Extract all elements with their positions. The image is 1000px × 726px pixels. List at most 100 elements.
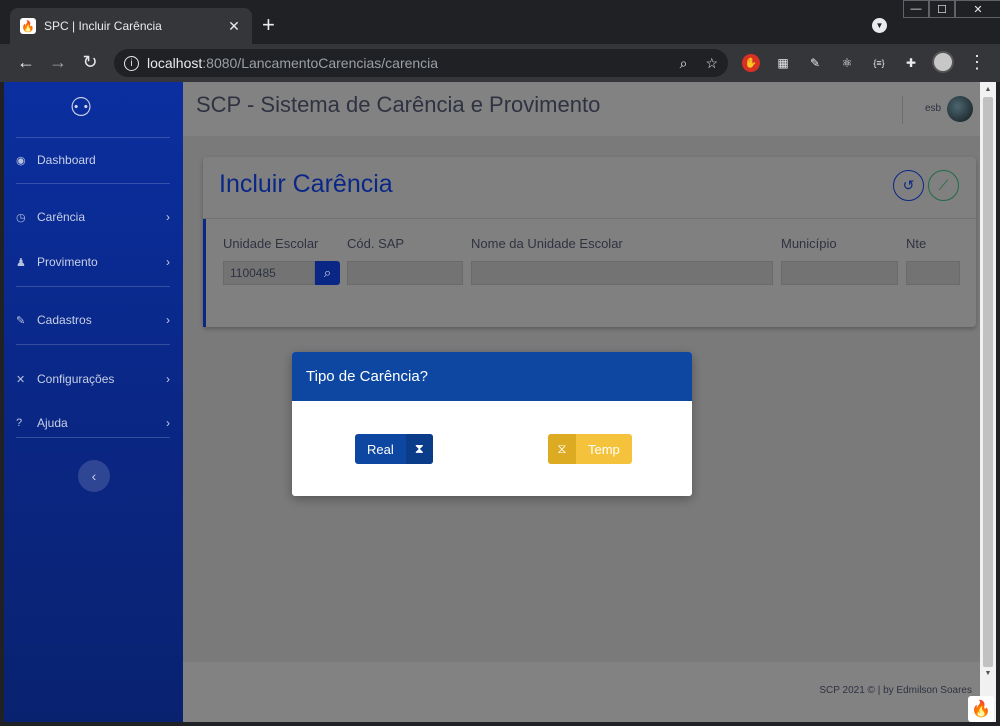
sidebar-item-label: Provimento (37, 255, 98, 269)
real-button[interactable]: Real ⧗ (355, 434, 433, 464)
tab-search-icon[interactable]: ▼ (872, 18, 887, 33)
card-header: Incluir Carência ↺ ⟋ (203, 157, 976, 219)
modal-title: Tipo de Carência? (306, 368, 429, 385)
sidebar-item-label: Dashboard (37, 153, 96, 167)
unidade-escolar-input[interactable]: 1100485 (223, 261, 315, 285)
clock-icon: ◷ (16, 211, 26, 224)
nome-unidade-label: Nome da Unidade Escolar (471, 236, 623, 251)
maximize-button[interactable]: ☐ (929, 0, 955, 18)
incluir-carencia-card: Incluir Carência ↺ ⟋ Unidade Escolar 110… (203, 157, 976, 327)
sidebar-item-dashboard[interactable]: ◉ Dashboard (16, 149, 170, 171)
zoom-icon[interactable]: ⌕ (680, 55, 688, 72)
card-body: Unidade Escolar 1100485 ⌕ Cód. SAP Nome … (203, 219, 976, 327)
file-edit-icon: ✎ (16, 314, 26, 327)
cod-sap-input[interactable] (347, 261, 463, 285)
nome-unidade-input[interactable] (471, 261, 773, 285)
app-title: SCP - Sistema de Carência e Provimento (196, 92, 601, 117)
sidebar-divider (16, 344, 170, 345)
sidebar-item-label: Configurações (37, 372, 115, 386)
refresh-button[interactable]: ↺ (893, 170, 924, 201)
browser-tab[interactable]: 🔥 SPC | Incluir Carência ✕ (10, 8, 252, 44)
extension-braces-icon[interactable]: {≡} (870, 54, 888, 72)
sidebar: ⚇ ◉ Dashboard ◷ Carência › ♟ Provimento … (4, 82, 183, 722)
close-window-button[interactable]: ✕ (955, 0, 1000, 18)
back-arrow-icon[interactable]: ← (15, 52, 37, 72)
browser-toolbar: ← → ↻ i localhost :8080/LancamentoCarenc… (0, 44, 1000, 82)
sidebar-item-label: Cadastros (37, 313, 92, 327)
tab-title: SPC | Incluir Carência (44, 19, 162, 33)
extension-adblock-icon[interactable]: ✋ (742, 54, 760, 72)
chart-button[interactable]: ⟋ (928, 170, 959, 201)
tools-icon: ✕ (16, 373, 26, 386)
scroll-down-arrow-icon[interactable]: ▼ (983, 670, 993, 677)
sidebar-divider (16, 437, 170, 438)
scrollbar-thumb[interactable] (983, 97, 993, 667)
window-controls: — ☐ ✕ (903, 0, 1000, 18)
undo-icon: ↺ (902, 177, 915, 193)
url-path: :8080/LancamentoCarencias/carencia (202, 55, 439, 71)
forward-arrow-icon[interactable]: → (47, 52, 69, 72)
extensions-puzzle-icon[interactable]: ✚ (902, 54, 920, 72)
top-bar: SCP - Sistema de Carência e Provimento e… (183, 82, 980, 136)
temp-button-label: Temp (588, 441, 620, 457)
user-name[interactable]: esb (925, 103, 941, 114)
user-avatar[interactable] (947, 96, 973, 122)
minimize-button[interactable]: — (903, 0, 929, 18)
browser-chrome: 🔥 SPC | Incluir Carência ✕ + ▼ — ☐ ✕ ← →… (0, 0, 1000, 82)
sidebar-divider (16, 183, 170, 184)
user-tie-icon: ♟ (16, 256, 26, 269)
chevron-right-icon: › (166, 416, 170, 430)
line-chart-icon: ⟋ (938, 177, 949, 193)
search-icon: ⌕ (323, 265, 332, 280)
page-title: Incluir Carência (219, 170, 393, 198)
flame-favicon-icon: 🔥 (20, 18, 36, 34)
flame-extension-icon[interactable]: 🔥 (968, 696, 994, 722)
address-bar[interactable]: i localhost :8080/LancamentoCarencias/ca… (114, 49, 728, 77)
chevron-right-icon: › (166, 210, 170, 224)
nte-label: Nte (906, 236, 927, 251)
sidebar-divider (16, 286, 170, 287)
sidebar-item-ajuda[interactable]: ? Ajuda › (16, 412, 170, 434)
profile-avatar[interactable] (932, 51, 954, 73)
new-tab-button[interactable]: + (262, 14, 275, 36)
chevron-right-icon: › (166, 255, 170, 269)
cod-sap-label: Cód. SAP (347, 236, 405, 251)
reload-icon[interactable]: ↻ (79, 52, 101, 72)
footer: SCP 2021 © | by Edmilson Soares (183, 662, 980, 722)
sidebar-item-provimento[interactable]: ♟ Provimento › (16, 251, 170, 273)
sidebar-collapse-button[interactable]: ‹ (78, 460, 110, 492)
tipo-carencia-modal: Tipo de Carência? Real ⧗ ⧖ Temp (292, 352, 692, 496)
sidebar-item-cadastros[interactable]: ✎ Cadastros › (16, 309, 170, 331)
topbar-divider (902, 96, 903, 124)
footer-text: SCP 2021 © | by Edmilson Soares (819, 685, 972, 696)
scroll-up-arrow-icon[interactable]: ▲ (983, 86, 993, 93)
sidebar-item-label: Carência (37, 210, 86, 224)
real-button-label: Real (367, 441, 394, 457)
temp-button[interactable]: ⧖ Temp (548, 434, 632, 464)
sidebar-item-carencia[interactable]: ◷ Carência › (16, 206, 170, 228)
sidebar-divider (16, 137, 170, 138)
teacher-logo-icon[interactable]: ⚇ (64, 92, 98, 126)
url-host: localhost (147, 55, 203, 71)
nte-input[interactable] (906, 261, 960, 285)
tab-strip: 🔥 SPC | Incluir Carência ✕ + ▼ — ☐ ✕ (0, 0, 1000, 44)
sidebar-item-configuracoes[interactable]: ✕ Configurações › (16, 368, 170, 390)
hourglass-icon: ⧖ (548, 434, 576, 464)
chevron-right-icon: › (166, 372, 170, 386)
bookmark-star-icon[interactable]: ☆ (705, 55, 718, 72)
unidade-escolar-label: Unidade Escolar (223, 236, 319, 251)
question-icon: ? (16, 417, 23, 429)
search-button[interactable]: ⌕ (315, 261, 340, 285)
municipio-label: Município (781, 236, 837, 251)
municipio-input[interactable] (781, 261, 898, 285)
browser-menu-icon[interactable]: ⋮ (968, 52, 986, 73)
tab-close-icon[interactable]: ✕ (226, 18, 242, 35)
chevron-right-icon: › (166, 313, 170, 327)
extension-react-icon[interactable]: ⚛ (838, 54, 856, 72)
extension-pen-icon[interactable]: ✎ (806, 54, 824, 72)
site-info-icon[interactable]: i (124, 55, 139, 71)
dashboard-icon: ◉ (16, 154, 26, 167)
modal-header: Tipo de Carência? (292, 352, 692, 401)
sidebar-item-label: Ajuda (37, 416, 68, 430)
extension-grid-icon[interactable]: ▦ (774, 54, 792, 72)
